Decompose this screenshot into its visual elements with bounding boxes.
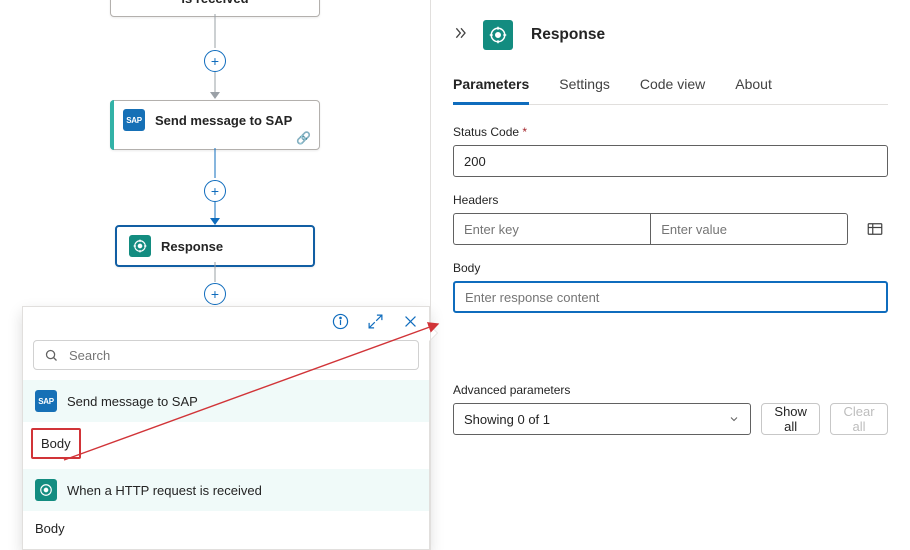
tab-parameters[interactable]: Parameters: [453, 76, 529, 105]
status-code-input[interactable]: [453, 145, 888, 177]
node-label: Send message to SAP: [155, 113, 292, 128]
select-text: Showing 0 of 1: [464, 412, 550, 427]
designer-canvas: is received + SAP Send message to SAP 🔗 …: [0, 0, 430, 550]
sap-icon: SAP: [123, 109, 145, 131]
node-label: is received: [181, 0, 248, 6]
body-label: Body: [453, 261, 888, 275]
flow-area: is received + SAP Send message to SAP 🔗 …: [0, 0, 430, 306]
info-icon[interactable]: [332, 313, 349, 330]
pane-title: Response: [527, 26, 605, 44]
connector-line: [215, 72, 216, 92]
advanced-params-label: Advanced parameters: [453, 383, 888, 397]
headers-toggle-mode-button[interactable]: [862, 216, 888, 242]
tab-settings[interactable]: Settings: [559, 76, 610, 104]
action-details-pane: Response Parameters Settings Code view A…: [430, 0, 910, 550]
sap-icon: SAP: [35, 390, 57, 412]
pane-header: Response: [453, 20, 888, 50]
arrow-down-icon: [210, 218, 220, 225]
collapse-pane-button[interactable]: [453, 25, 469, 46]
headers-value-input[interactable]: [650, 213, 848, 245]
clear-all-button: Clear all: [830, 403, 888, 435]
response-icon: [129, 235, 151, 257]
close-icon[interactable]: [402, 313, 419, 330]
add-step-button[interactable]: +: [204, 180, 226, 202]
add-step-button[interactable]: +: [204, 283, 226, 305]
headers-label: Headers: [453, 193, 888, 207]
dynamic-content-picker: SAP Send message to SAP Body When a HTTP…: [22, 306, 430, 550]
add-step-button[interactable]: +: [204, 50, 226, 72]
tab-about[interactable]: About: [735, 76, 772, 104]
search-input-wrapper[interactable]: [33, 340, 419, 370]
tab-code-view[interactable]: Code view: [640, 76, 705, 104]
node-label: Response: [161, 239, 223, 254]
search-input[interactable]: [69, 348, 408, 363]
picker-group-sap[interactable]: SAP Send message to SAP: [23, 380, 429, 422]
advanced-params-select[interactable]: Showing 0 of 1: [453, 403, 751, 435]
node-response[interactable]: Response: [115, 225, 315, 267]
status-code-label: Status Code *: [453, 125, 888, 139]
search-icon: [44, 348, 59, 363]
connector-line: [215, 202, 216, 219]
link-icon: 🔗: [296, 131, 311, 145]
picker-group-http[interactable]: When a HTTP request is received: [23, 469, 429, 511]
expand-icon[interactable]: [367, 313, 384, 330]
connector-line: [215, 262, 216, 282]
chevron-down-icon: [728, 413, 740, 425]
picker-toolbar: [23, 307, 429, 336]
response-icon: [483, 20, 513, 50]
arrow-down-icon: [210, 92, 220, 99]
picker-group-label: Send message to SAP: [67, 394, 198, 409]
headers-key-input[interactable]: [453, 213, 650, 245]
connector-line: [215, 14, 216, 48]
response-icon: [35, 479, 57, 501]
picker-group-label: When a HTTP request is received: [67, 483, 262, 498]
body-input[interactable]: [453, 281, 888, 313]
connector-line: [215, 148, 216, 178]
picker-item-body[interactable]: Body: [31, 428, 81, 459]
picker-item-body[interactable]: Body: [23, 511, 429, 548]
node-send-message-to-sap[interactable]: SAP Send message to SAP 🔗: [110, 100, 320, 150]
show-all-button[interactable]: Show all: [761, 403, 820, 435]
node-accent-bar: [110, 100, 114, 150]
pane-tabs: Parameters Settings Code view About: [453, 76, 888, 105]
